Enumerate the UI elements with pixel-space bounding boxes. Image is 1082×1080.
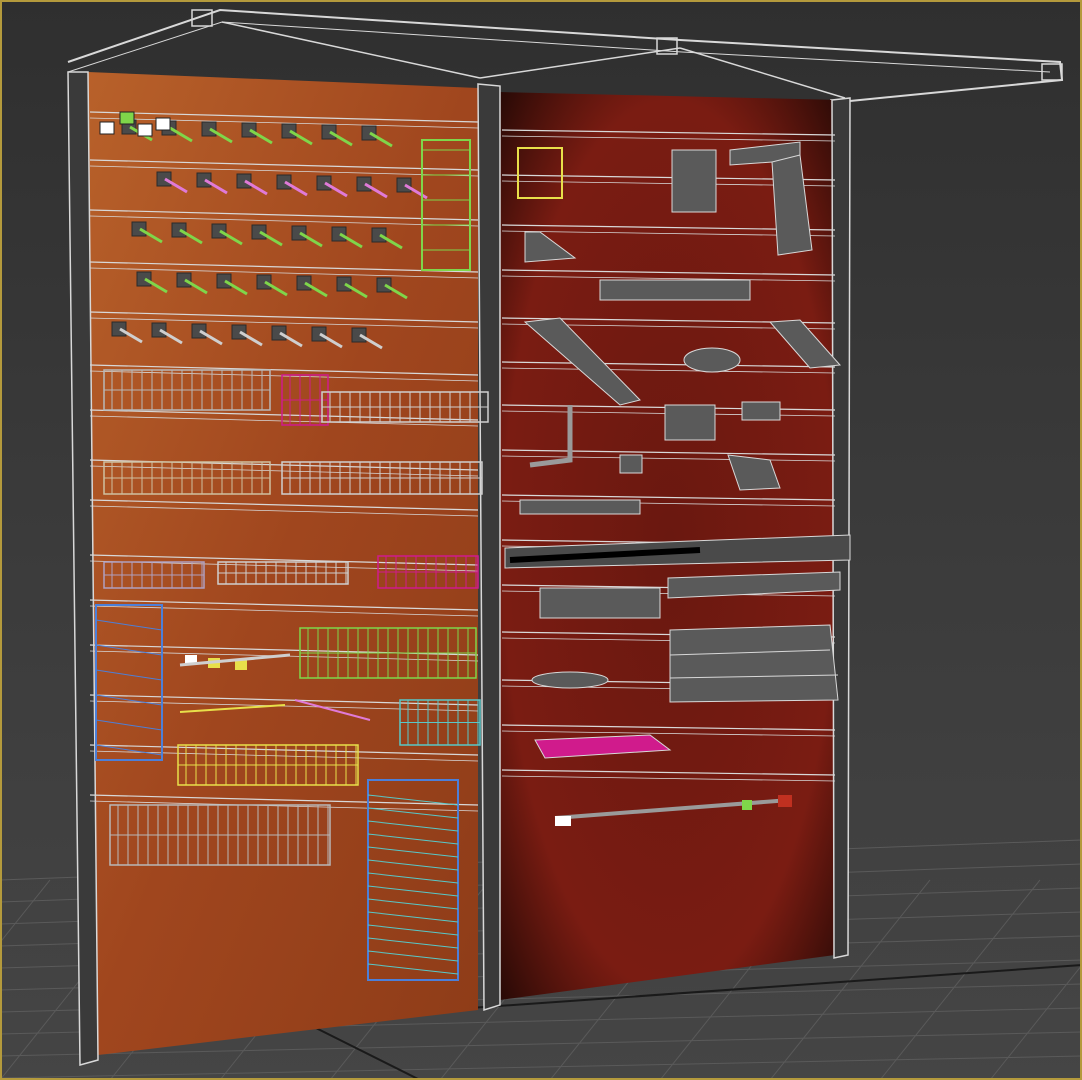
hook-tag — [235, 660, 247, 670]
hook-mount — [231, 324, 247, 340]
bin-box — [664, 404, 716, 441]
round-tray — [531, 671, 609, 689]
hook-mount — [371, 227, 387, 243]
grid-line — [879, 879, 1041, 1080]
grid-line — [989, 964, 1082, 1080]
price-tag — [155, 117, 171, 131]
bar-tag — [742, 800, 752, 810]
tray — [599, 279, 751, 301]
grid-line — [0, 1055, 1082, 1079]
clip — [619, 454, 643, 474]
canopy-edge — [67, 21, 1051, 73]
hook-mount — [196, 172, 212, 188]
hook-mount — [236, 173, 252, 189]
bin-box — [539, 587, 661, 619]
hook-mount — [316, 175, 332, 191]
tray — [519, 499, 641, 515]
hook-mount — [376, 277, 392, 293]
hook-mount — [291, 225, 307, 241]
hook-mount — [211, 223, 227, 239]
hook-mount — [111, 321, 127, 337]
bin-box — [671, 149, 717, 213]
hook-mount — [191, 323, 207, 339]
hook-mount — [396, 177, 412, 193]
small-bin — [741, 401, 781, 421]
hook-mount — [311, 326, 327, 342]
scene-render[interactable] — [0, 0, 1082, 1080]
hook-mount — [296, 275, 312, 291]
price-tag — [137, 123, 153, 137]
hook-mount — [176, 272, 192, 288]
hook-mount — [331, 226, 347, 242]
center-post — [477, 83, 501, 1012]
stepped-shelf — [669, 624, 839, 703]
hook-mount — [321, 124, 337, 140]
hook-mount — [241, 122, 257, 138]
hook-mount — [351, 327, 367, 343]
hook-mount — [201, 121, 217, 137]
canopy-strut — [479, 47, 681, 79]
3d-viewport[interactable] — [0, 0, 1082, 1080]
round-holder — [683, 347, 741, 373]
hook-mount — [361, 125, 377, 141]
bar-tag — [778, 795, 792, 807]
hook-mount — [281, 123, 297, 139]
hook-mount — [156, 171, 172, 187]
hook-mount — [356, 176, 372, 192]
price-tag — [119, 111, 135, 125]
hook-mount — [171, 222, 187, 238]
hook-mount — [271, 325, 287, 341]
hook-mount — [136, 271, 152, 287]
canopy-strut — [679, 47, 846, 99]
hook-mount — [256, 274, 272, 290]
hook-mount — [216, 273, 232, 289]
grid-line — [0, 879, 51, 944]
right-post — [831, 97, 851, 959]
hook-mount — [276, 174, 292, 190]
hook-mount — [251, 224, 267, 240]
hook-mount — [336, 276, 352, 292]
bar-tag — [555, 816, 571, 826]
hook-mount — [131, 221, 147, 237]
price-tag — [99, 121, 115, 135]
hook-mount — [151, 322, 167, 338]
